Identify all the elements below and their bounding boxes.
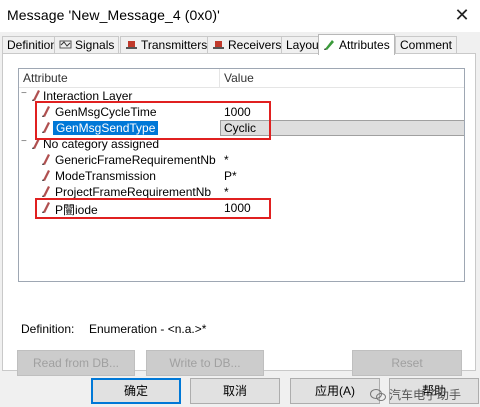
pencil-icon — [42, 122, 50, 133]
pencil-icon — [42, 106, 50, 117]
definition-value: Enumeration - <n.a.>* — [89, 322, 207, 336]
pencil-icon — [42, 154, 50, 165]
cancel-button[interactable]: 取消 — [190, 378, 280, 404]
tree-group-no-category[interactable]: − No category assigned — [19, 136, 464, 152]
tree-row[interactable]: GenMsgCycleTime 1000 — [19, 104, 464, 120]
pencil-icon — [42, 170, 50, 181]
pencil-icon — [324, 40, 334, 50]
group-pencil-icon — [32, 138, 40, 149]
tab-label: Definition — [7, 38, 58, 52]
tab-attributes[interactable]: Attributes — [318, 34, 395, 55]
attribute-name: GenMsgCycleTime — [55, 105, 157, 119]
attribute-name: GenMsgSendType — [53, 121, 159, 135]
tab-label: Attributes — [339, 38, 390, 52]
ok-button[interactable]: 确定 — [91, 378, 181, 404]
attribute-value[interactable]: * — [224, 185, 229, 199]
column-attribute[interactable]: Attribute — [23, 71, 68, 85]
attribute-name: ModeTransmission — [55, 169, 156, 183]
tab-receivers[interactable]: Receivers — [207, 36, 287, 53]
collapse-icon[interactable]: − — [21, 137, 30, 147]
group-label: Interaction Layer — [43, 89, 133, 103]
attribute-name: ProjectFrameRequirementNb — [55, 185, 212, 199]
attribute-tree[interactable]: Attribute Value − Interaction Layer GenM… — [18, 68, 465, 282]
tree-row[interactable]: P闓iode 1000 — [19, 200, 464, 217]
write-to-db-button[interactable]: Write to DB... — [146, 350, 264, 376]
node-icon — [126, 41, 137, 49]
attribute-name: P闓iode — [55, 203, 98, 217]
tree-group-interaction-layer[interactable]: − Interaction Layer — [19, 88, 464, 104]
collapse-icon[interactable]: − — [21, 89, 30, 99]
apply-button[interactable]: 应用(A) — [290, 378, 380, 404]
node-icon — [213, 41, 224, 49]
pencil-icon — [42, 202, 50, 213]
tree-row-selected[interactable]: GenMsgSendType Cyclic — [19, 120, 464, 136]
column-value[interactable]: Value — [224, 71, 254, 85]
pencil-icon — [42, 186, 50, 197]
attribute-value[interactable]: 1000 — [224, 201, 251, 215]
group-label: No category assigned — [43, 137, 160, 151]
attribute-value[interactable]: * — [224, 153, 229, 167]
title-bar: Message 'New_Message_4 (0x0)' ✕ — [0, 0, 480, 32]
tab-comment[interactable]: Comment — [395, 36, 458, 53]
signals-icon — [59, 40, 72, 49]
definition-label: Definition: — [21, 322, 75, 336]
attribute-value[interactable]: P* — [224, 169, 237, 183]
close-icon[interactable]: ✕ — [451, 4, 473, 26]
watermark: 汽车电子助手 — [370, 386, 461, 403]
column-separator[interactable] — [219, 69, 220, 87]
attributes-panel: Attribute Value − Interaction Layer GenM… — [2, 53, 476, 376]
reset-button[interactable]: Reset — [352, 350, 462, 376]
read-from-db-button[interactable]: Read from DB... — [17, 350, 135, 376]
tab-label: Comment — [400, 38, 453, 52]
dialog-client: Definition Signals Transmitters Receiver… — [0, 32, 480, 407]
wechat-icon — [370, 389, 386, 401]
attribute-value-editor[interactable]: Cyclic — [224, 121, 256, 135]
tab-label: Layout — [286, 38, 323, 52]
tree-header: Attribute Value — [19, 69, 464, 88]
tree-row[interactable]: GenericFrameRequirementNb * — [19, 152, 464, 168]
group-pencil-icon — [32, 90, 40, 101]
tab-strip: Definition Signals Transmitters Receiver… — [2, 34, 478, 55]
tab-label: Signals — [75, 38, 115, 52]
attribute-name: GenericFrameRequirementNb — [55, 153, 216, 167]
window-title: Message 'New_Message_4 (0x0)' — [7, 7, 220, 23]
tab-label: Receivers — [228, 38, 282, 52]
value-editor-box[interactable] — [220, 120, 464, 136]
attribute-value[interactable]: 1000 — [224, 105, 251, 119]
watermark-text: 汽车电子助手 — [389, 388, 462, 402]
tab-signals[interactable]: Signals — [54, 36, 120, 53]
tree-row[interactable]: ProjectFrameRequirementNb * — [19, 184, 464, 200]
tree-row[interactable]: ModeTransmission P* — [19, 168, 464, 184]
tab-label: Transmitters — [141, 38, 208, 52]
tab-transmitters[interactable]: Transmitters — [120, 36, 213, 53]
